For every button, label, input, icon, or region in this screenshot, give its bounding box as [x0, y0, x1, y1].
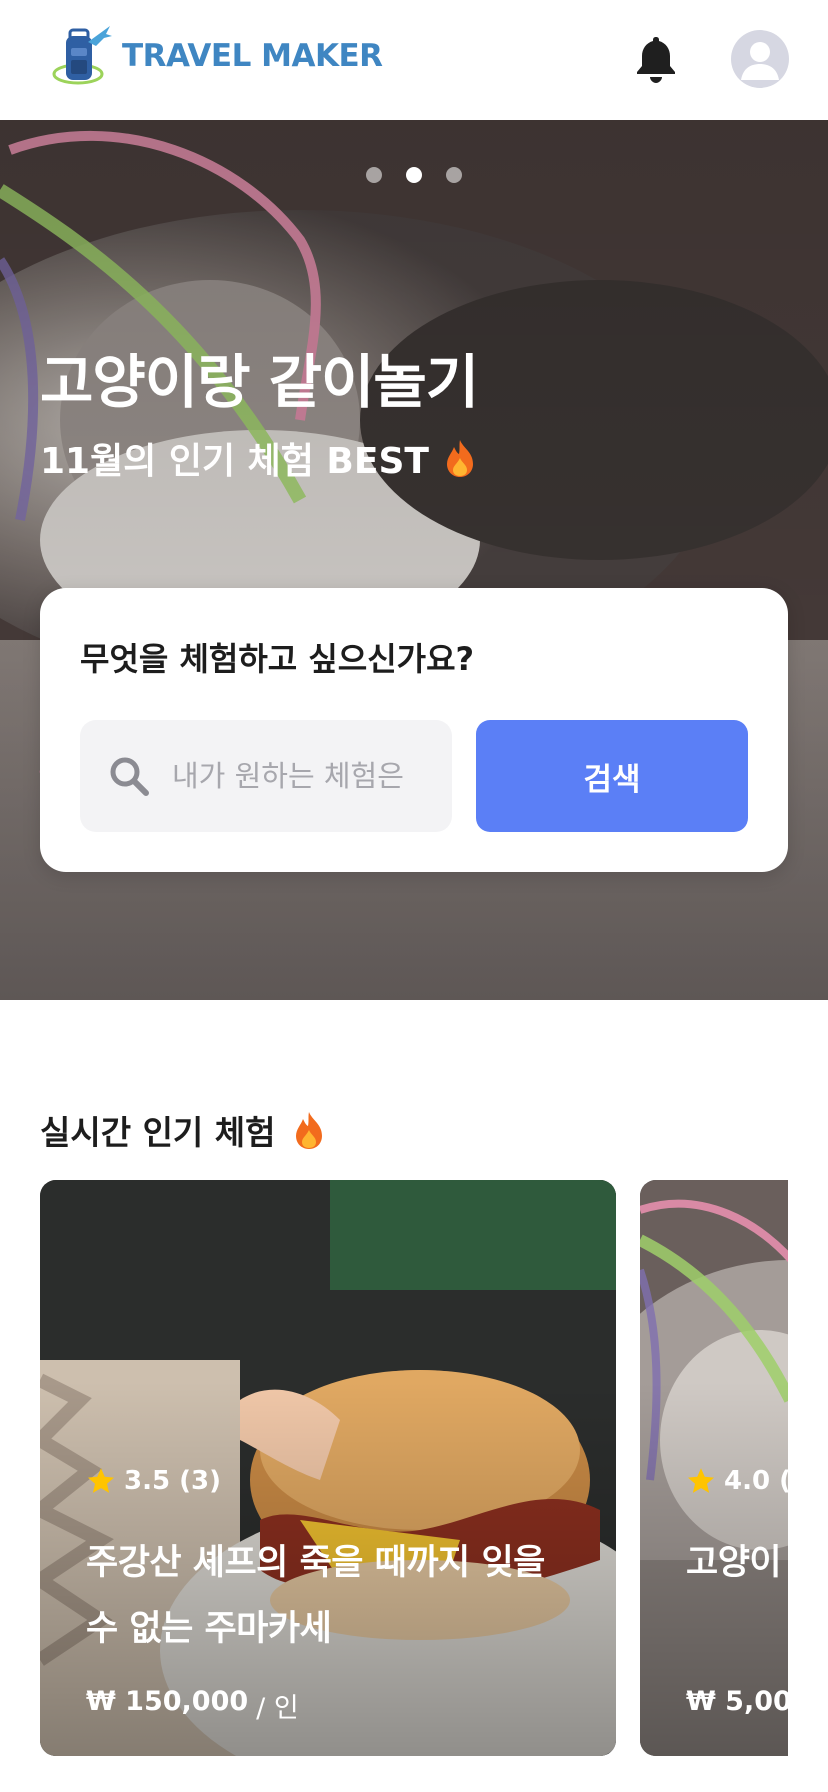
profile-avatar-button[interactable]	[731, 30, 789, 88]
card-price-row: ₩ 150,000 / 인	[86, 1686, 299, 1725]
star-icon	[688, 1468, 714, 1493]
hero-banner[interactable]: 고양이랑 같이놀기 11월의 인기 체험 BEST 무엇을 체험하고 싶으신가요…	[0, 120, 828, 1000]
popular-section-header: 실시간 인기 체험	[40, 1106, 326, 1154]
experience-card[interactable]: 3.5 (3) 주강산 셰프의 죽을 때까지 잊을 수 없는 주마카세 ₩ 15…	[40, 1180, 616, 1756]
card-rating: 3.5 (3)	[86, 1466, 221, 1496]
search-input[interactable]	[172, 759, 442, 793]
card-rating: 4.0 (1	[686, 1466, 788, 1496]
card-price-unit: / 인	[256, 1693, 299, 1724]
popular-carousel[interactable]: 3.5 (3) 주강산 셰프의 죽을 때까지 잊을 수 없는 주마카세 ₩ 15…	[40, 1180, 788, 1756]
card-price: ₩ 5,000	[686, 1686, 788, 1717]
app-header: TRAVEL MAKER	[0, 0, 828, 120]
carousel-dot[interactable]	[446, 167, 462, 183]
logo-text: TRAVEL MAKER	[122, 38, 383, 74]
notification-button[interactable]	[633, 34, 679, 84]
search-question: 무엇을 체험하고 싶으신가요?	[80, 640, 475, 678]
hero-title: 고양이랑 같이놀기	[40, 348, 479, 416]
bell-icon	[637, 37, 675, 83]
star-icon	[88, 1468, 114, 1493]
card-title: 고양이	[686, 1543, 782, 1583]
card-rating-value: 4.0 (1	[724, 1466, 788, 1496]
card-price-row: ₩ 5,000	[686, 1686, 788, 1717]
carousel-dot[interactable]	[366, 167, 382, 183]
search-button[interactable]: 검색	[476, 720, 748, 832]
fire-icon	[295, 1112, 322, 1149]
search-icon	[110, 757, 149, 796]
search-field[interactable]	[80, 720, 452, 832]
suitcase-plane-logo-icon	[52, 26, 112, 85]
card-price: ₩ 150,000	[86, 1686, 249, 1717]
popular-section-title: 실시간 인기 체험	[40, 1113, 276, 1152]
travel-maker-logo[interactable]: TRAVEL MAKER	[52, 24, 383, 88]
card-rating-value: 3.5 (3)	[124, 1466, 221, 1496]
hero-subtitle-row: 11월의 인기 체험 BEST	[40, 432, 477, 484]
carousel-dot-active[interactable]	[406, 167, 422, 183]
user-avatar-icon	[741, 42, 779, 80]
experience-card[interactable]: 4.0 (1 고양이 ₩ 5,000	[640, 1180, 788, 1756]
carousel-indicator	[366, 167, 462, 183]
card-title: 주강산 셰프의 죽을 때까지 잊을 수 없는 주마카세	[86, 1543, 545, 1649]
search-card: 무엇을 체험하고 싶으신가요? 검색	[40, 588, 788, 872]
hero-subtitle: 11월의 인기 체험 BEST	[40, 441, 429, 482]
fire-icon	[446, 440, 473, 477]
